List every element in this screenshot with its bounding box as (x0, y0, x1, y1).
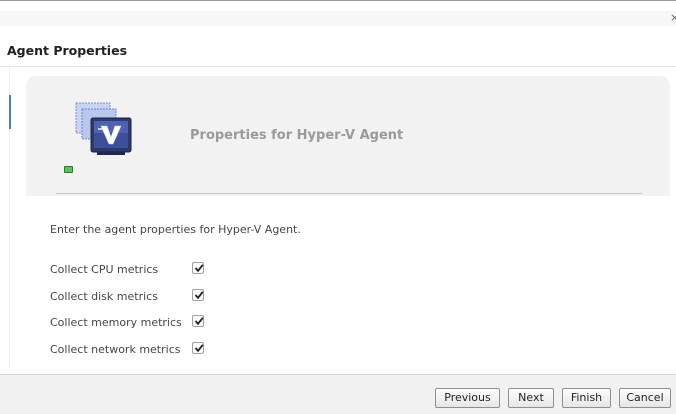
status-indicator (64, 166, 73, 173)
panel-divider (56, 193, 642, 194)
cpu-metrics-label: Collect CPU metrics (50, 263, 159, 276)
top-stripe (0, 1, 676, 11)
disk-metrics-row: Collect disk metrics (50, 289, 220, 305)
network-metrics-label: Collect network metrics (50, 343, 181, 356)
title-divider (0, 66, 676, 67)
cpu-metrics-checkbox[interactable] (192, 262, 204, 274)
cpu-metrics-row: Collect CPU metrics (50, 262, 220, 278)
network-metrics-row: Collect network metrics (50, 342, 220, 358)
checkmark-icon (194, 317, 204, 326)
left-accent-bar (9, 95, 11, 129)
cancel-button[interactable]: Cancel (619, 388, 671, 408)
network-metrics-checkbox[interactable] (192, 342, 204, 354)
hyper-v-agent-icon (74, 101, 134, 161)
next-button[interactable]: Next (508, 388, 554, 408)
checkmark-icon (194, 264, 204, 273)
agent-properties-dialog: × Agent Properties Properties for Hyper-… (0, 0, 676, 414)
close-icon[interactable]: × (670, 12, 676, 24)
memory-metrics-checkbox[interactable] (192, 315, 204, 327)
window-top-bar: × (0, 0, 676, 26)
checkmark-icon (194, 291, 204, 300)
finish-button[interactable]: Finish (562, 388, 611, 408)
checkmark-icon (194, 344, 204, 353)
disk-metrics-label: Collect disk metrics (50, 290, 158, 303)
previous-button[interactable]: Previous (435, 388, 500, 408)
dialog-title: Agent Properties (7, 43, 128, 58)
instructions-text: Enter the agent properties for Hyper-V A… (50, 223, 301, 236)
panel-heading: Properties for Hyper-V Agent (190, 128, 404, 143)
memory-metrics-row: Collect memory metrics (50, 315, 220, 331)
memory-metrics-label: Collect memory metrics (50, 316, 182, 329)
disk-metrics-checkbox[interactable] (192, 289, 204, 301)
